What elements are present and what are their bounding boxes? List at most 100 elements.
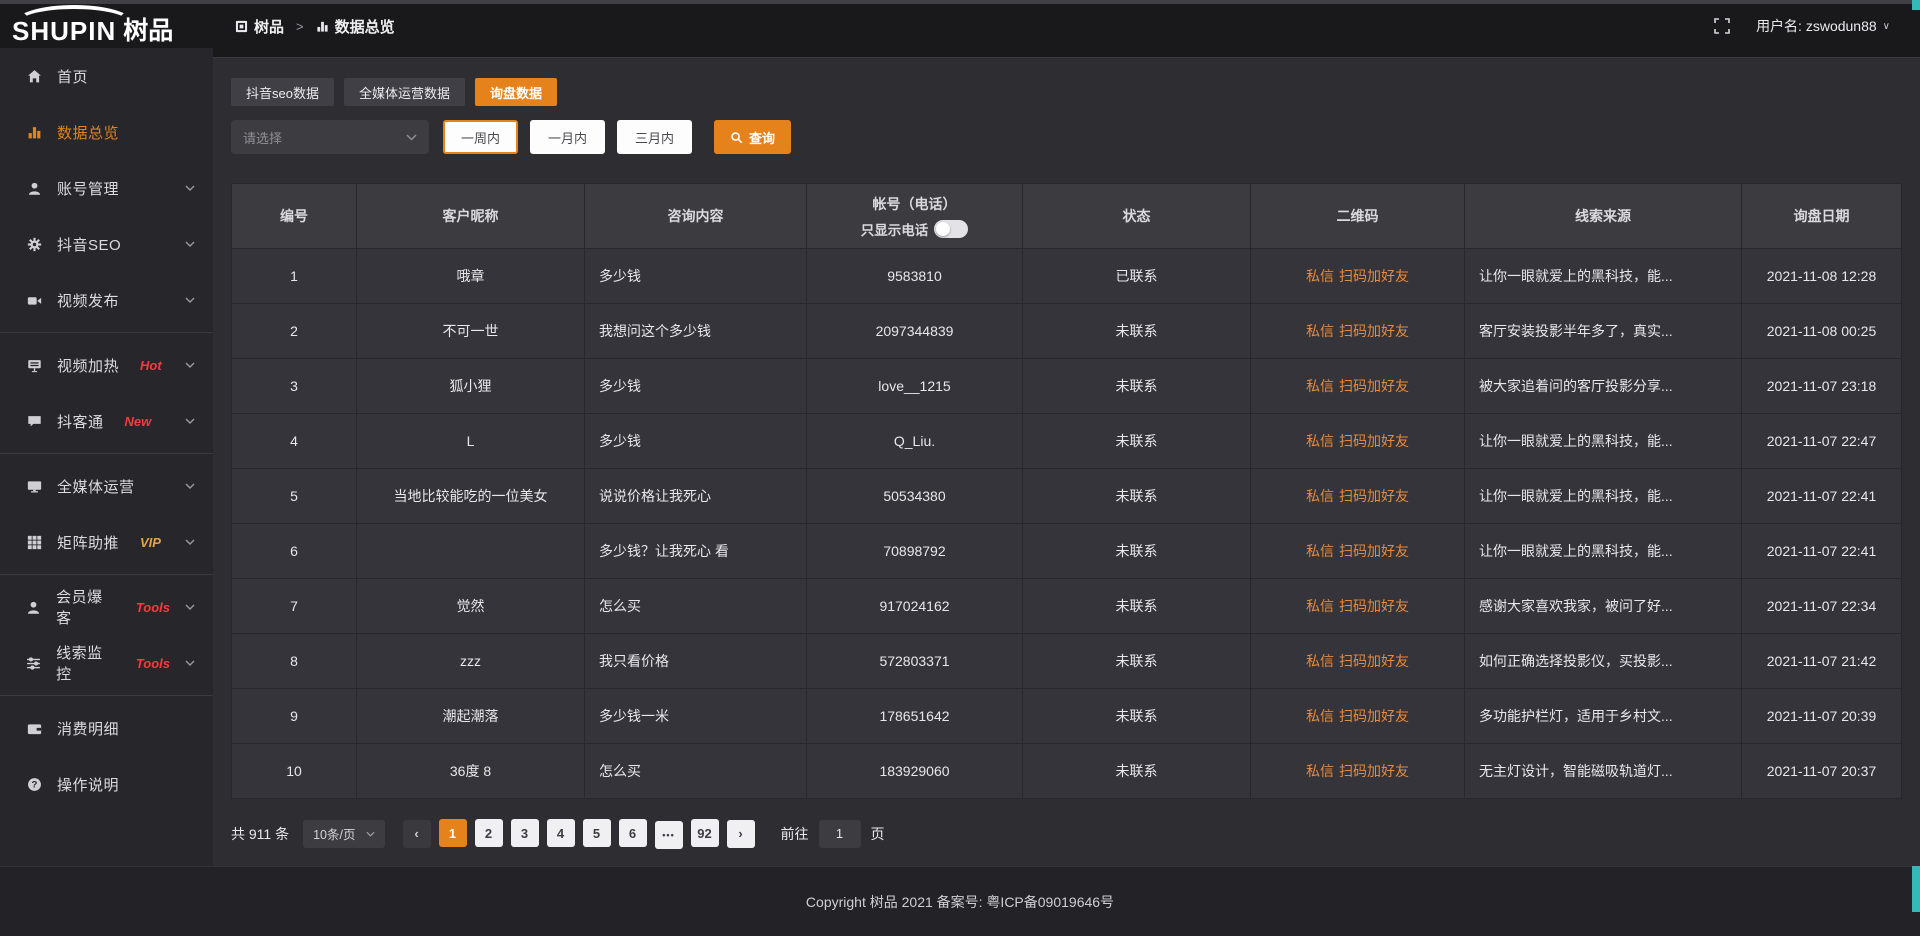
cell-status: 未联系 xyxy=(1023,359,1251,414)
cell-source-link[interactable]: 感谢大家喜欢我家，被问了好... xyxy=(1465,579,1742,634)
page-button-2[interactable]: 2 xyxy=(475,819,503,847)
private-message-link[interactable]: 私信 xyxy=(1306,761,1334,781)
private-message-link[interactable]: 私信 xyxy=(1306,541,1334,561)
page-ellipsis-button[interactable]: ••• xyxy=(655,821,683,849)
table-row: 1哦章多少钱9583810已联系私信扫码加好友让你一眼就爱上的黑科技，能...2… xyxy=(232,249,1902,304)
scrollbar-thumb-bottom[interactable] xyxy=(1912,866,1920,912)
prev-page-button[interactable]: ‹ xyxy=(403,820,431,848)
scan-add-friend-link[interactable]: 扫码加好友 xyxy=(1339,761,1409,781)
phone-only-toggle[interactable] xyxy=(934,220,968,238)
page-button-4[interactable]: 4 xyxy=(547,819,575,847)
private-message-link[interactable]: 私信 xyxy=(1306,431,1334,451)
tab-3[interactable]: 询盘数据 xyxy=(475,78,557,106)
sidebar-item-omni-media-operation[interactable]: 全媒体运营 xyxy=(0,458,213,514)
cell-source-link[interactable]: 让你一眼就爱上的黑科技，能... xyxy=(1465,469,1742,524)
period-button-1[interactable]: 一周内 xyxy=(443,120,518,154)
breadcrumb-root[interactable]: 树品 xyxy=(254,16,284,37)
scan-add-friend-link[interactable]: 扫码加好友 xyxy=(1339,706,1409,726)
sidebar-item-douyin-seo[interactable]: 抖音SEO xyxy=(0,216,213,272)
private-message-link[interactable]: 私信 xyxy=(1306,321,1334,341)
cell-content: 多少钱？让我死心 看 xyxy=(585,524,807,579)
breadcrumb-current[interactable]: 数据总览 xyxy=(335,16,395,37)
scan-add-friend-link[interactable]: 扫码加好友 xyxy=(1339,486,1409,506)
scan-add-friend-link[interactable]: 扫码加好友 xyxy=(1339,651,1409,671)
cell-source-link[interactable]: 无主灯设计，智能磁吸轨道灯... xyxy=(1465,744,1742,799)
sidebar-item-matrix-boost[interactable]: 矩阵助推VIP xyxy=(0,514,213,570)
private-message-link[interactable]: 私信 xyxy=(1306,596,1334,616)
scan-add-friend-link[interactable]: 扫码加好友 xyxy=(1339,266,1409,286)
cell-source-link[interactable]: 让你一眼就爱上的黑科技，能... xyxy=(1465,414,1742,469)
sidebar-item-video-heating[interactable]: 视频加热Hot xyxy=(0,337,213,393)
sidebar-item-consumption-detail[interactable]: 消费明细 xyxy=(0,700,213,756)
cell-content: 说说价格让我死心 xyxy=(585,469,807,524)
table-header-row: 编号客户昵称咨询内容帐号（电话）只显示电话状态二维码线索来源询盘日期 xyxy=(232,184,1902,249)
cell-date: 2021-11-07 22:34 xyxy=(1742,579,1902,634)
period-button-3[interactable]: 三月内 xyxy=(617,120,692,154)
private-message-link[interactable]: 私信 xyxy=(1306,486,1334,506)
private-message-link[interactable]: 私信 xyxy=(1306,706,1334,726)
sidebar-item-douketong[interactable]: 抖客通New xyxy=(0,393,213,449)
user-menu[interactable]: 用户名: zswodun88 ∨ xyxy=(1756,16,1890,36)
column-header-2: 客户昵称 xyxy=(357,184,585,249)
copyright-text: Copyright 树品 2021 备案号: 粤ICP备09019646号 xyxy=(806,892,1114,912)
sidebar-item-label: 数据总览 xyxy=(57,122,119,143)
cell-source-link[interactable]: 如何正确选择投影仪，买投影... xyxy=(1465,634,1742,689)
cell-account: 9583810 xyxy=(807,249,1023,304)
goto-page: 前往 页 xyxy=(781,820,885,848)
cell-date: 2021-11-08 12:28 xyxy=(1742,249,1902,304)
page-button-5[interactable]: 5 xyxy=(583,819,611,847)
fullscreen-icon[interactable] xyxy=(1714,18,1730,34)
cell-source-link[interactable]: 让你一眼就爱上的黑科技，能... xyxy=(1465,524,1742,579)
scan-add-friend-link[interactable]: 扫码加好友 xyxy=(1339,541,1409,561)
scan-add-friend-link[interactable]: 扫码加好友 xyxy=(1339,596,1409,616)
scan-add-friend-link[interactable]: 扫码加好友 xyxy=(1339,376,1409,396)
goto-label: 前往 xyxy=(781,824,809,844)
tab-2[interactable]: 全媒体运营数据 xyxy=(344,78,465,106)
cell-source-link[interactable]: 让你一眼就爱上的黑科技，能... xyxy=(1465,249,1742,304)
page-button-92[interactable]: 92 xyxy=(691,819,719,847)
scan-add-friend-link[interactable]: 扫码加好友 xyxy=(1339,321,1409,341)
page-button-6[interactable]: 6 xyxy=(619,819,647,847)
search-button[interactable]: 查询 xyxy=(714,120,791,154)
home-icon xyxy=(26,69,42,84)
cell-source-link[interactable]: 客厅安装投影半年多了，真实... xyxy=(1465,304,1742,359)
period-button-2[interactable]: 一月内 xyxy=(530,120,605,154)
sidebar-item-account-management[interactable]: 账号管理 xyxy=(0,160,213,216)
chevron-down-icon: ∨ xyxy=(1883,21,1890,32)
cell-qrcode: 私信扫码加好友 xyxy=(1251,579,1465,634)
cell-source-link[interactable]: 多功能护栏灯，适用于乡村文... xyxy=(1465,689,1742,744)
cell-date: 2021-11-07 23:18 xyxy=(1742,359,1902,414)
column-header-6: 二维码 xyxy=(1251,184,1465,249)
tab-1[interactable]: 抖音seo数据 xyxy=(231,78,334,106)
cell-nickname xyxy=(357,524,585,579)
scan-add-friend-link[interactable]: 扫码加好友 xyxy=(1339,431,1409,451)
cell-content: 多少钱 xyxy=(585,249,807,304)
cell-source-link[interactable]: 被大家追着问的客厅投影分享... xyxy=(1465,359,1742,414)
cell-nickname: 当地比较能吃的一位美女 xyxy=(357,469,585,524)
sidebar: 首页数据总览账号管理抖音SEO视频发布视频加热Hot抖客通New 全媒体运营矩阵助… xyxy=(0,48,213,866)
sidebar-item-video-publish[interactable]: 视频发布 xyxy=(0,272,213,328)
private-message-link[interactable]: 私信 xyxy=(1306,651,1334,671)
chat-icon xyxy=(26,414,42,429)
bar-chart-icon xyxy=(26,125,42,140)
sidebar-item-member-burst[interactable]: 会员爆客Tools xyxy=(0,579,213,635)
sidebar-item-operation-guide[interactable]: ?操作说明 xyxy=(0,756,213,812)
page-button-1[interactable]: 1 xyxy=(439,819,467,847)
table-row: 1036度 8怎么买183929060未联系私信扫码加好友无主灯设计，智能磁吸轨… xyxy=(232,744,1902,799)
table-body: 1哦章多少钱9583810已联系私信扫码加好友让你一眼就爱上的黑科技，能...2… xyxy=(232,249,1902,799)
page-button-3[interactable]: 3 xyxy=(511,819,539,847)
chevron-down-icon xyxy=(185,604,195,610)
scrollbar-thumb-top[interactable] xyxy=(1912,0,1920,10)
sidebar-item-clue-monitor[interactable]: 线索监控Tools xyxy=(0,635,213,691)
goto-page-input[interactable] xyxy=(819,820,861,848)
page-size-select[interactable]: 10条/页 xyxy=(303,820,384,848)
breadcrumb: 树品 > 数据总览 xyxy=(235,16,395,37)
sidebar-item-home[interactable]: 首页 xyxy=(0,48,213,104)
private-message-link[interactable]: 私信 xyxy=(1306,266,1334,286)
cell-account: 178651642 xyxy=(807,689,1023,744)
sidebar-item-data-overview[interactable]: 数据总览 xyxy=(0,104,213,160)
account-select[interactable]: 请选择 xyxy=(231,120,429,154)
private-message-link[interactable]: 私信 xyxy=(1306,376,1334,396)
page-size-value: 10条/页 xyxy=(313,824,355,843)
next-page-button[interactable]: › xyxy=(727,820,755,848)
